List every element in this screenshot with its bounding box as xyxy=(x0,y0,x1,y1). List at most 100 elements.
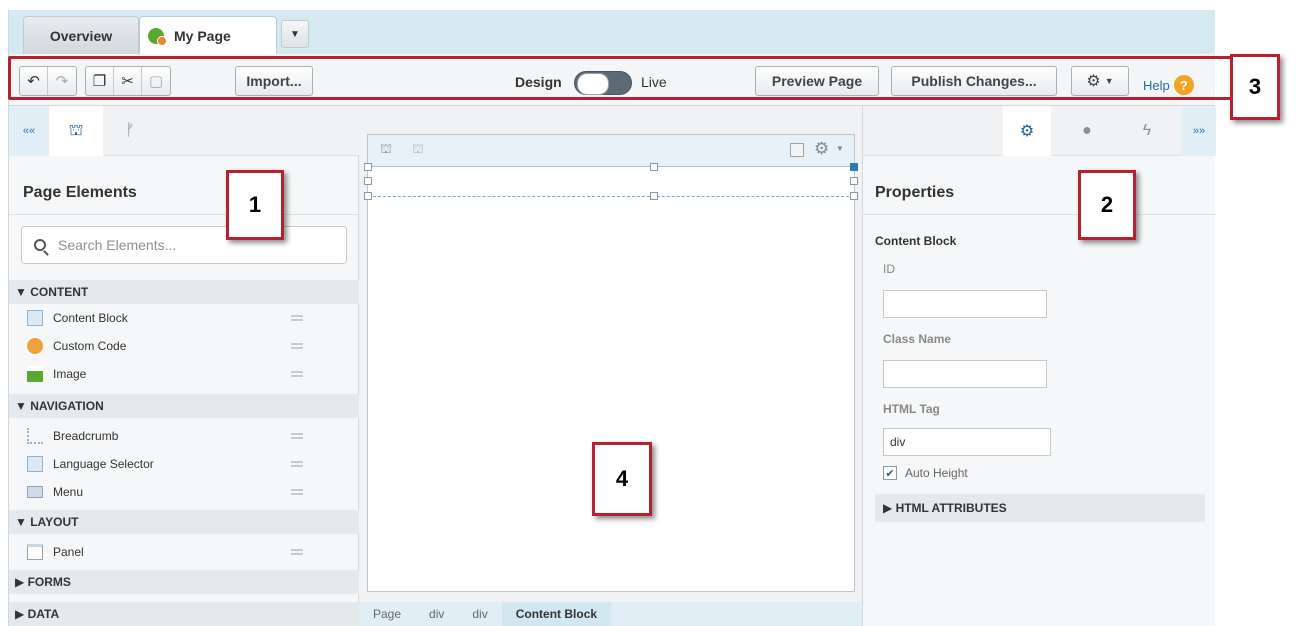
id-field[interactable] xyxy=(883,290,1047,318)
callout-number: 2 xyxy=(1100,192,1114,217)
resize-handle[interactable] xyxy=(650,163,658,171)
element-panel[interactable]: Panel xyxy=(9,538,359,566)
select-child-icon[interactable]: ⛫ xyxy=(412,141,424,159)
hierarchy-icon: ⛫ xyxy=(68,122,84,139)
checkmark-icon: ✔ xyxy=(883,466,897,480)
html-attributes-section[interactable]: ▶ HTML ATTRIBUTES xyxy=(875,494,1205,522)
element-menu[interactable]: Menu xyxy=(9,478,359,506)
html-tag-field[interactable]: div xyxy=(883,428,1051,456)
section-label: ▶ FORMS xyxy=(15,575,71,589)
code-icon xyxy=(27,338,43,354)
breadcrumb-item[interactable]: div xyxy=(458,602,501,626)
section-label: ▶ HTML ATTRIBUTES xyxy=(883,501,1007,515)
section-label: ▶ DATA xyxy=(15,607,60,621)
content-block-selection[interactable] xyxy=(364,163,858,200)
site-builder-window: Overview My Page ▼ ↶ ↷ ❐ ✂ ▢ Import... D… xyxy=(8,10,1216,626)
tab-style[interactable]: ● xyxy=(1063,106,1111,156)
resize-handle[interactable] xyxy=(850,177,858,185)
tab-label: My Page xyxy=(174,28,231,44)
tab-label: Overview xyxy=(49,27,113,44)
left-panel-tabs: «« ⛫ ᚠ xyxy=(9,106,359,156)
element-label: Custom Code xyxy=(53,339,127,353)
element-breadcrumb[interactable]: Breadcrumb xyxy=(9,422,359,450)
section-label: ▼ NAVIGATION xyxy=(15,399,104,413)
page-icon xyxy=(148,28,167,46)
tab-properties[interactable]: ⚙ xyxy=(1003,106,1051,156)
right-panel-tabs: ⚙ ● ϟ »» xyxy=(863,106,1216,156)
lightning-icon: ϟ xyxy=(1142,122,1152,139)
section-content[interactable]: ▼ CONTENT xyxy=(9,280,359,304)
triangle-down-icon: ▼ xyxy=(836,144,844,153)
element-label: Breadcrumb xyxy=(53,429,119,443)
auto-height-label: Auto Height xyxy=(905,466,968,480)
resize-handle[interactable] xyxy=(364,177,372,185)
class-name-field[interactable] xyxy=(883,360,1047,388)
double-chevron-right-icon: »» xyxy=(1192,125,1206,137)
triangle-down-icon: ▼ xyxy=(290,28,300,40)
drag-handle-icon[interactable] xyxy=(291,433,303,439)
tab-page-elements[interactable]: ⛫ xyxy=(49,106,103,156)
tab-page-structure[interactable]: ᚠ xyxy=(103,106,157,156)
drag-handle-icon[interactable] xyxy=(291,371,303,377)
double-chevron-left-icon: «« xyxy=(22,125,36,137)
resize-handle[interactable] xyxy=(850,163,858,171)
breadcrumb-current[interactable]: Content Block xyxy=(501,602,612,626)
drag-handle-icon[interactable] xyxy=(291,461,303,467)
search-elements-input[interactable]: Search Elements... xyxy=(21,226,347,264)
callout-3: 3 xyxy=(1230,54,1280,120)
callout-number: 4 xyxy=(615,466,629,491)
id-label: ID xyxy=(883,262,895,276)
callout-2: 2 xyxy=(1078,170,1136,240)
callout-number: 3 xyxy=(1248,74,1262,99)
drag-handle-icon[interactable] xyxy=(291,549,303,555)
drop-icon: ● xyxy=(1082,122,1092,139)
auto-height-checkbox[interactable]: ✔ Auto Height xyxy=(883,466,968,480)
resize-handle[interactable] xyxy=(650,192,658,200)
element-label: Content Block xyxy=(53,311,128,325)
panel-icon xyxy=(27,544,43,560)
menu-icon xyxy=(27,486,43,498)
element-custom-code[interactable]: Custom Code xyxy=(9,332,359,360)
callout-4: 4 xyxy=(592,442,652,516)
element-content-block[interactable]: Content Block xyxy=(9,304,359,332)
element-language-selector[interactable]: Language Selector xyxy=(9,450,359,478)
page-elements-panel: «« ⛫ ᚠ Page Elements Search Elements... … xyxy=(9,106,359,626)
gear-icon[interactable]: ⚙ xyxy=(814,139,829,159)
section-forms[interactable]: ▶ FORMS xyxy=(9,570,359,594)
select-parent-icon[interactable]: ⛫ xyxy=(380,141,392,159)
drag-handle-icon[interactable] xyxy=(291,489,303,495)
tab-events[interactable]: ϟ xyxy=(1123,106,1171,156)
language-icon xyxy=(27,456,43,472)
canvas-frame[interactable]: ⛫ ⛫ ⚙ ▼ xyxy=(364,134,858,592)
tab-overview[interactable]: Overview xyxy=(23,16,139,54)
collapse-right-panel-button[interactable]: »» xyxy=(1182,106,1216,156)
collapse-left-panel-button[interactable]: «« xyxy=(9,106,49,156)
resize-handle[interactable] xyxy=(364,192,372,200)
class-name-label: Class Name xyxy=(883,332,952,346)
html-tag-label: HTML Tag xyxy=(883,402,940,416)
section-layout[interactable]: ▼ LAYOUT xyxy=(9,510,359,534)
breadcrumb-item[interactable]: div xyxy=(415,602,458,626)
section-label: ▼ LAYOUT xyxy=(15,515,79,529)
resize-handle[interactable] xyxy=(850,192,858,200)
tab-menu-dropdown[interactable]: ▼ xyxy=(281,20,309,48)
panel-title: Page Elements xyxy=(23,184,137,201)
section-data[interactable]: ▶ DATA xyxy=(9,602,359,626)
element-image[interactable]: Image xyxy=(9,360,359,388)
section-label: ▼ CONTENT xyxy=(15,285,89,299)
panel-title: Properties xyxy=(875,184,955,201)
section-navigation[interactable]: ▼ NAVIGATION xyxy=(9,394,359,418)
properties-panel: ⚙ ● ϟ »» Properties Content Block ID Cla… xyxy=(862,106,1216,626)
tab-my-page[interactable]: My Page xyxy=(139,16,277,55)
breadcrumb-icon xyxy=(27,428,43,444)
content-block-toolbar: ⛫ ⛫ ⚙ ▼ xyxy=(368,135,854,167)
drag-handle-icon[interactable] xyxy=(291,343,303,349)
search-icon xyxy=(34,239,46,251)
html-tag-value: div xyxy=(890,435,906,449)
resize-handle[interactable] xyxy=(364,163,372,171)
callout-1: 1 xyxy=(226,170,284,240)
edit-icon[interactable] xyxy=(790,143,804,157)
divider xyxy=(9,214,359,215)
breadcrumb-item[interactable]: Page xyxy=(359,602,415,626)
drag-handle-icon[interactable] xyxy=(291,315,303,321)
